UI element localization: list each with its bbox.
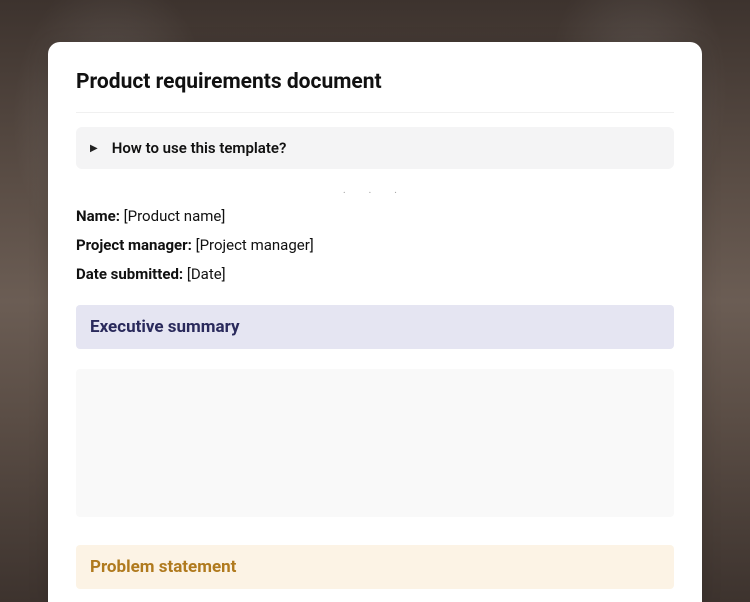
section-header-executive-summary: Executive summary — [76, 305, 674, 349]
field-label: Project manager: — [76, 236, 192, 254]
collapsible-label: How to use this template? — [112, 139, 287, 157]
section-title: Problem statement — [90, 557, 236, 577]
meta-row-project-manager[interactable]: Project manager: [Project manager] — [76, 236, 674, 254]
section-divider: . . . — [76, 181, 674, 199]
meta-row-name[interactable]: Name: [Product name] — [76, 207, 674, 225]
document-card: Product requirements document ▶ How to u… — [48, 42, 702, 602]
section-title: Executive summary — [90, 317, 240, 337]
section-header-problem-statement: Problem statement — [76, 545, 674, 589]
meta-fields: Name: [Product name] Project manager: [P… — [76, 207, 674, 283]
how-to-use-toggle[interactable]: ▶ How to use this template? — [76, 127, 674, 169]
executive-summary-content[interactable] — [76, 369, 674, 517]
field-value: [Project manager] — [196, 236, 314, 254]
field-label: Name: — [76, 207, 120, 225]
chevron-right-icon: ▶ — [90, 143, 98, 154]
meta-row-date-submitted[interactable]: Date submitted: [Date] — [76, 265, 674, 283]
field-value: [Date] — [187, 265, 226, 283]
field-value: [Product name] — [124, 207, 226, 225]
page-title: Product requirements document — [76, 70, 674, 113]
field-label: Date submitted: — [76, 265, 183, 283]
